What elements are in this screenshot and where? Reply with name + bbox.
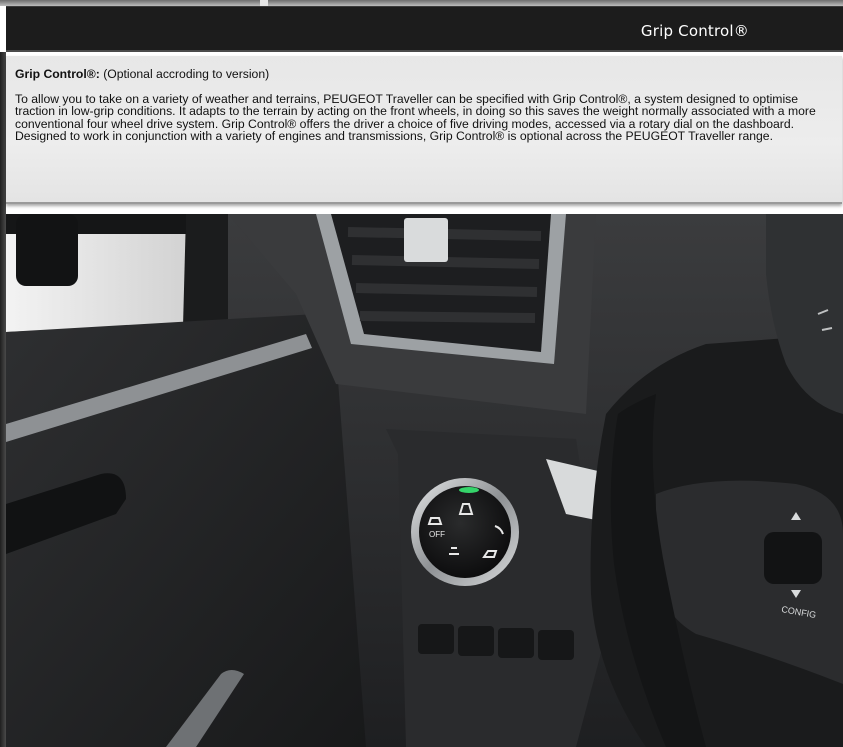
vent-tab [404,218,448,262]
info-heading: Grip Control®: (Optional accroding to ve… [15,68,834,81]
stalk-switch [764,532,822,584]
dashboard-photo: OFF CONFIG [6,214,843,747]
info-description: To allow you to take on a variety of wea… [15,91,816,144]
dashboard-illustration: OFF CONFIG [6,214,843,747]
info-heading-bold: Grip Control®: [15,67,100,81]
info-panel: Grip Control®: (Optional accroding to ve… [6,56,842,204]
steering-wheel: CONFIG [590,334,843,747]
grip-control-dial: OFF [411,478,519,586]
dial-off-label: OFF [429,530,445,539]
mirror [16,214,78,286]
dial-indicator-light [459,487,479,493]
header-bar: Grip Control® [6,6,843,52]
page-title: Grip Control® [640,22,749,40]
info-heading-rest: (Optional accroding to version) [99,67,270,81]
